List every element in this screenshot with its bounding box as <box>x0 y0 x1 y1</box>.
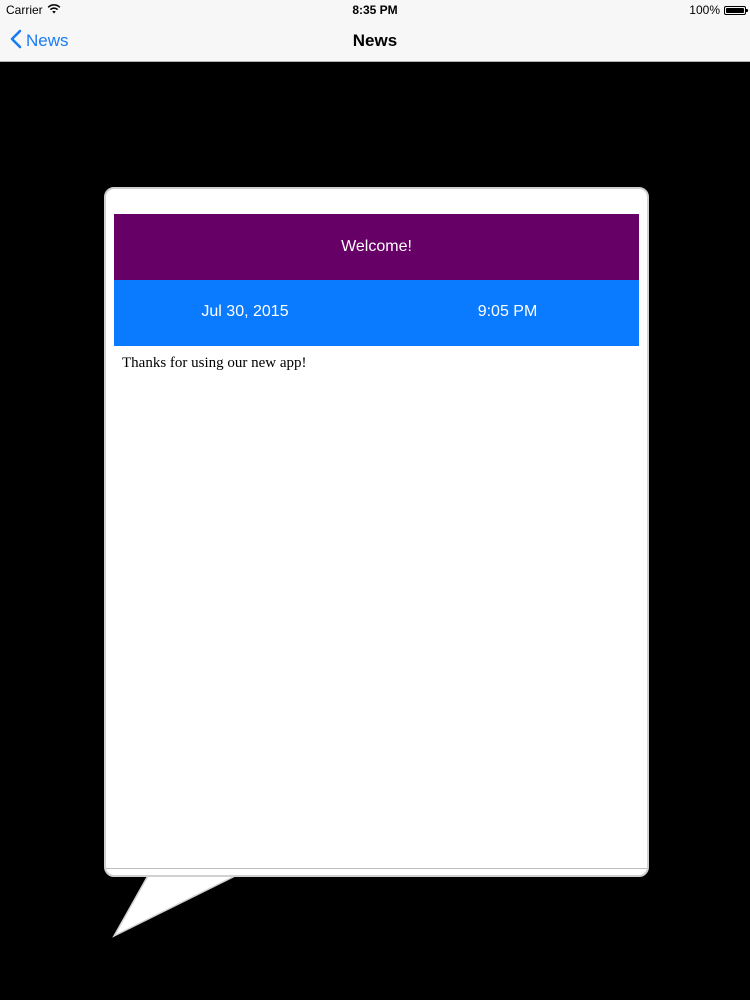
navigation-bar: News News <box>0 20 750 62</box>
status-bar: Carrier 8:35 PM 100% <box>0 0 750 20</box>
news-bubble: Welcome! Jul 30, 2015 9:05 PM Thanks for… <box>104 187 649 877</box>
chevron-left-icon <box>10 29 22 54</box>
news-headline: Welcome! <box>114 214 639 280</box>
divider <box>106 868 647 869</box>
news-date: Jul 30, 2015 <box>201 303 289 320</box>
news-date-bar: Jul 30, 2015 9:05 PM <box>114 280 639 346</box>
status-right: 100% <box>689 3 748 17</box>
battery-percent: 100% <box>689 3 720 17</box>
news-body: Thanks for using our new app! <box>122 355 307 371</box>
page-title: News <box>352 31 398 50</box>
speech-bubble-tail <box>112 872 238 938</box>
news-time: 9:05 PM <box>477 303 538 320</box>
battery-icon <box>724 5 748 15</box>
back-button-label: News <box>26 31 69 50</box>
back-button[interactable]: News <box>10 20 69 62</box>
status-time: 8:35 PM <box>352 3 398 17</box>
